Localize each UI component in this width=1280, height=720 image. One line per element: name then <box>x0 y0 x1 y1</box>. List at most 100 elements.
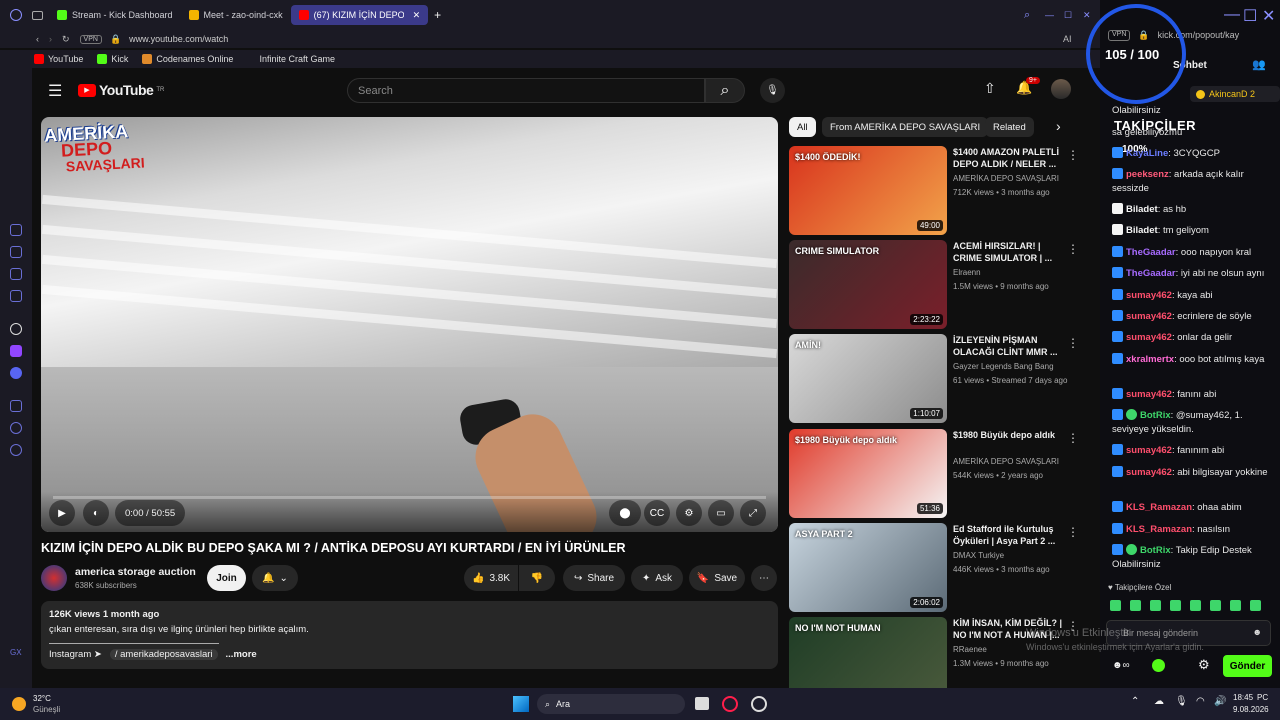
related-video[interactable]: AMİN! 1:10:07 İZLEYENİN PİŞMAN OLACAĞI CLİ… <box>789 334 1089 424</box>
tab-youtube[interactable]: (67) KIZIM İÇİN DEPO ✕ <box>290 5 429 25</box>
settings-icon[interactable] <box>10 444 22 456</box>
top-supporter[interactable]: AkincanD 2 <box>1190 86 1280 102</box>
sidebar-app-icon[interactable] <box>10 224 22 236</box>
related-video-channel[interactable]: RRaenee <box>953 645 987 654</box>
theater-mode-button[interactable]: ▭ <box>708 500 734 526</box>
emote-icon[interactable] <box>1230 600 1241 611</box>
emote-icon[interactable] <box>1170 600 1181 611</box>
chat-username[interactable]: sumay462 <box>1126 290 1172 301</box>
minimize-icon[interactable]: — <box>1045 10 1054 20</box>
related-video-title[interactable]: Ed Stafford ile Kurtuluş Öyküleri | Asya… <box>953 523 1063 547</box>
video-thumbnail[interactable]: ASYA PART 2 2:06:02 <box>789 523 947 612</box>
settings-button[interactable]: ⚙ <box>676 500 702 526</box>
chat-username[interactable]: TheGaadar <box>1126 247 1176 258</box>
emote-icon[interactable] <box>1190 600 1201 611</box>
search-button[interactable]: ⌕ <box>705 78 745 103</box>
wifi-icon[interactable]: ◠ <box>1196 696 1205 707</box>
maximize-icon[interactable]: ☐ <box>1243 6 1257 26</box>
hamburger-menu-icon[interactable]: ☰ <box>48 81 62 101</box>
chat-username[interactable]: KLS_Ramazan <box>1126 502 1192 513</box>
clock-time[interactable]: 18:45 <box>1233 693 1253 702</box>
emote-icon[interactable] <box>1210 600 1221 611</box>
more-options-icon[interactable]: ⋮ <box>1067 242 1079 256</box>
emote-icon[interactable] <box>1250 600 1261 611</box>
tray-chevron-icon[interactable]: ⌃ <box>1131 696 1139 707</box>
chat-username[interactable]: Biladet <box>1126 204 1158 215</box>
chat-username[interactable]: sumay462 <box>1126 332 1172 343</box>
gear-icon[interactable]: ⚙ <box>1198 657 1210 673</box>
users-icon[interactable]: 👥 <box>1252 58 1266 71</box>
ask-button[interactable]: ✦ Ask <box>631 565 683 591</box>
related-video-title[interactable]: $1400 AMAZON PALETLİ DEPO ALDIK / NELER … <box>953 146 1063 170</box>
related-video-channel[interactable]: DMAX Turkiye <box>953 551 1004 560</box>
reload-icon[interactable]: ↻ <box>62 34 70 45</box>
video-description[interactable]: 126K views 1 month ago çıkan enteresan, … <box>41 601 778 669</box>
video-thumbnail[interactable]: $1980 Büyük depo aldık 51:36 <box>789 429 947 518</box>
tab-meet[interactable]: Meet - zao-oind-cxk <box>181 5 291 25</box>
related-video-title[interactable]: $1980 Büyük depo aldık <box>953 429 1063 441</box>
sidebar-app-icon[interactable] <box>10 400 22 412</box>
upload-icon[interactable]: ⇧ <box>984 80 996 97</box>
fullscreen-button[interactable]: ⤢ <box>740 500 766 526</box>
send-button[interactable]: Gönder <box>1223 655 1272 677</box>
minimize-icon[interactable]: — <box>1224 6 1240 24</box>
related-video[interactable]: CRIME SIMULATOR 2:23:22 ACEMİ HIRSIZLAR! |… <box>789 240 1089 330</box>
bookmark-infinite-craft[interactable]: Infinite Craft Game <box>247 54 335 64</box>
related-video[interactable]: ASYA PART 2 2:06:02 Ed Stafford ile Kurtul… <box>789 523 1089 613</box>
related-video-channel[interactable]: Gayzer Legends Bang Bang <box>953 362 1054 371</box>
play-button[interactable]: ▶ <box>49 500 75 526</box>
video-thumbnail[interactable]: $1400 ÖDEDİK! 49:00 <box>789 146 947 235</box>
chevron-right-icon[interactable]: › <box>1056 118 1061 134</box>
volume-button[interactable]: ◐ <box>83 500 109 526</box>
forward-icon[interactable]: › <box>49 34 52 44</box>
volume-icon[interactable]: 🔊 <box>1214 696 1226 707</box>
new-tab-icon[interactable]: + <box>434 8 441 22</box>
sidebar-app-icon[interactable] <box>10 268 22 280</box>
voice-search-button[interactable]: 🎙 <box>760 78 785 103</box>
taskbar-search[interactable]: ⌕ Ara <box>537 694 685 714</box>
autoplay-toggle[interactable]: ⬤ <box>609 500 641 526</box>
related-video-title[interactable]: İZLEYENİN PİŞMAN OLACAĞI CLİNT MMR ... <box>953 334 1063 358</box>
chat-username[interactable]: TheGaadar <box>1126 268 1176 279</box>
close-window-icon[interactable]: ✕ <box>1083 10 1091 21</box>
related-video-channel[interactable]: AMERİKA DEPO SAVAŞLARI <box>953 174 1059 183</box>
sidebar-app-icon[interactable] <box>10 290 22 302</box>
chat-username[interactable]: sumay462 <box>1126 445 1172 456</box>
task-view-icon[interactable] <box>695 697 709 710</box>
video-thumbnail[interactable]: CRIME SIMULATOR 2:23:22 <box>789 240 947 329</box>
emoji-icon[interactable]: ☻ <box>1253 627 1262 637</box>
windows-start-icon[interactable] <box>513 696 529 712</box>
chat-username[interactable]: sumay462 <box>1126 467 1172 478</box>
related-video-title[interactable]: ACEMİ HIRSIZLAR! | CRIME SIMULATOR | ... <box>953 240 1063 264</box>
sidebar-app-icon[interactable] <box>10 246 22 258</box>
bookmark-kick[interactable]: Kick <box>97 54 128 64</box>
instagram-link[interactable]: / amerikadeposavaslari <box>109 649 218 660</box>
related-video[interactable]: $1400 ÖDEDİK! 49:00 $1400 AMAZON PALETLİ D… <box>789 146 1089 236</box>
chat-username[interactable]: peeksenz <box>1126 169 1169 180</box>
discord-icon[interactable] <box>10 367 22 379</box>
workspace-icon[interactable] <box>32 10 43 20</box>
ai-button[interactable]: AI <box>1063 34 1072 44</box>
app-taskbar-icon[interactable] <box>751 696 767 712</box>
video-player[interactable]: AMERİKA DEPO SAVAŞLARI ▶ ◐ 0:00 / 50:55 … <box>41 117 778 532</box>
more-link[interactable]: ...more <box>226 649 257 660</box>
channel-avatar[interactable] <box>41 565 67 591</box>
dislike-button[interactable]: 👎 <box>519 565 555 591</box>
kick-icon[interactable] <box>1152 659 1165 672</box>
chat-username[interactable]: Biladet <box>1126 225 1158 236</box>
close-tab-icon[interactable]: ✕ <box>413 10 421 21</box>
back-icon[interactable]: ‹ <box>36 34 39 44</box>
like-button[interactable]: 👍 3.8K <box>464 565 518 591</box>
chip-from-channel[interactable]: From AMERİKA DEPO SAVAŞLARI <box>822 117 989 137</box>
avatar[interactable] <box>1051 79 1071 99</box>
tray-app-icon[interactable]: 🎙 <box>1175 696 1188 707</box>
weather-sun-icon[interactable] <box>12 697 26 711</box>
emote-icon[interactable] <box>1130 600 1141 611</box>
url-field[interactable]: www.youtube.com/watch <box>129 34 228 44</box>
vpn-badge[interactable]: VPN <box>79 34 102 44</box>
emote-picker-icon[interactable]: ☻∞ <box>1112 660 1130 671</box>
clock-date[interactable]: 9.08.2026 <box>1233 705 1269 714</box>
related-video-channel[interactable]: Elraenn <box>953 268 981 277</box>
chat-username[interactable]: BotRix <box>1140 545 1171 556</box>
more-options-icon[interactable]: ⋮ <box>1067 336 1079 350</box>
